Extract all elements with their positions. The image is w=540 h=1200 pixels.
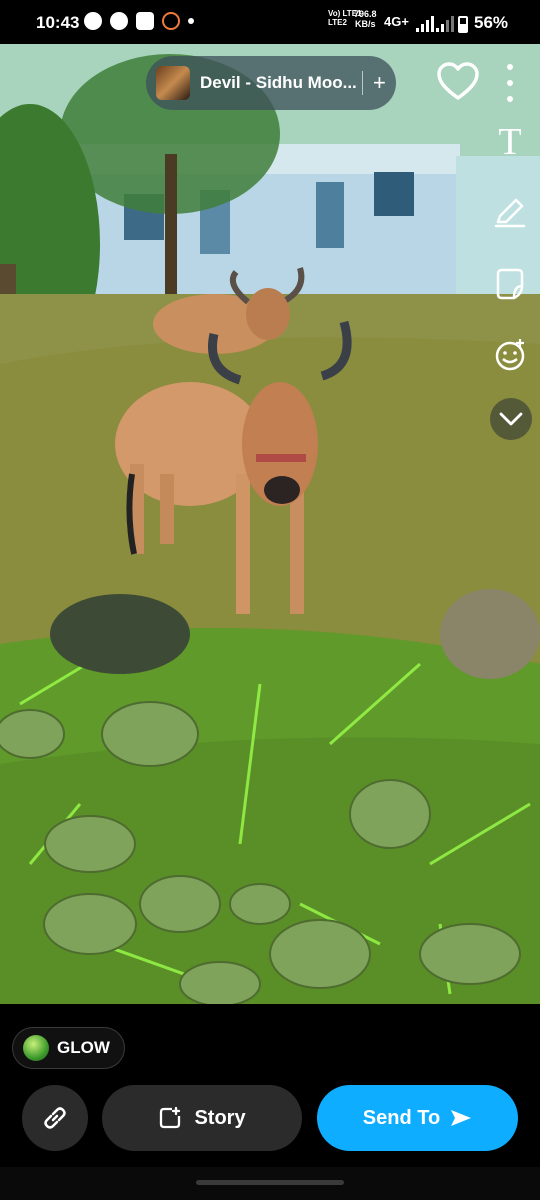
photo-scene	[0, 44, 540, 1004]
network-speed: 796.8 KB/s	[354, 9, 377, 29]
signal-icon-sim2	[436, 16, 454, 32]
link-button[interactable]	[22, 1085, 88, 1151]
speed-value: 796.8	[354, 9, 377, 19]
snapchat-icon	[84, 12, 102, 30]
filter-thumbnail	[23, 1035, 49, 1061]
send-to-button[interactable]: Send To	[317, 1085, 518, 1151]
signal-icon-sim1	[416, 16, 434, 32]
album-art	[156, 66, 190, 100]
story-button[interactable]: Story	[102, 1085, 302, 1151]
battery-icon	[458, 16, 468, 33]
send-arrow-icon	[451, 1110, 472, 1126]
more-notifications-dot	[188, 18, 194, 24]
pen-icon[interactable]	[490, 192, 530, 232]
link-icon	[44, 1107, 66, 1129]
add-story-icon	[160, 1106, 181, 1129]
filter-chip[interactable]: GLOW	[12, 1027, 125, 1069]
battery-percent: 56%	[474, 13, 509, 32]
mobile-data-label: 4G+	[384, 14, 409, 29]
home-gesture-handle[interactable]	[196, 1180, 344, 1185]
more-tools-button[interactable]	[490, 398, 532, 440]
speed-unit: KB/s	[355, 19, 376, 29]
more-options-icon[interactable]	[496, 64, 524, 102]
status-bar: 10:43 Vo) LTE1 LTE2 796.8 KB/s 4G+ 56%	[0, 0, 540, 44]
emoji-icon[interactable]	[490, 335, 530, 375]
text-tool-icon[interactable]: T	[490, 122, 530, 162]
notification-icons	[84, 12, 194, 30]
music-pill[interactable]: Devil - Sidhu Moo... +	[146, 56, 396, 110]
add-music-button[interactable]: +	[373, 70, 386, 96]
status-time: 10:43	[36, 13, 80, 32]
music-divider	[362, 71, 363, 95]
snap-photo[interactable]	[0, 44, 540, 1004]
filter-label: GLOW	[57, 1038, 110, 1057]
music-title: Devil - Sidhu Moo...	[200, 73, 357, 92]
settings-ring-icon	[162, 12, 180, 30]
chevron-down-icon	[499, 412, 523, 426]
whatsapp-icon	[110, 12, 128, 30]
story-label: Story	[194, 1106, 246, 1129]
send-to-label: Send To	[362, 1106, 441, 1129]
sticker-icon[interactable]	[490, 264, 530, 304]
heart-icon[interactable]	[436, 60, 480, 104]
youtube-icon	[136, 12, 154, 30]
